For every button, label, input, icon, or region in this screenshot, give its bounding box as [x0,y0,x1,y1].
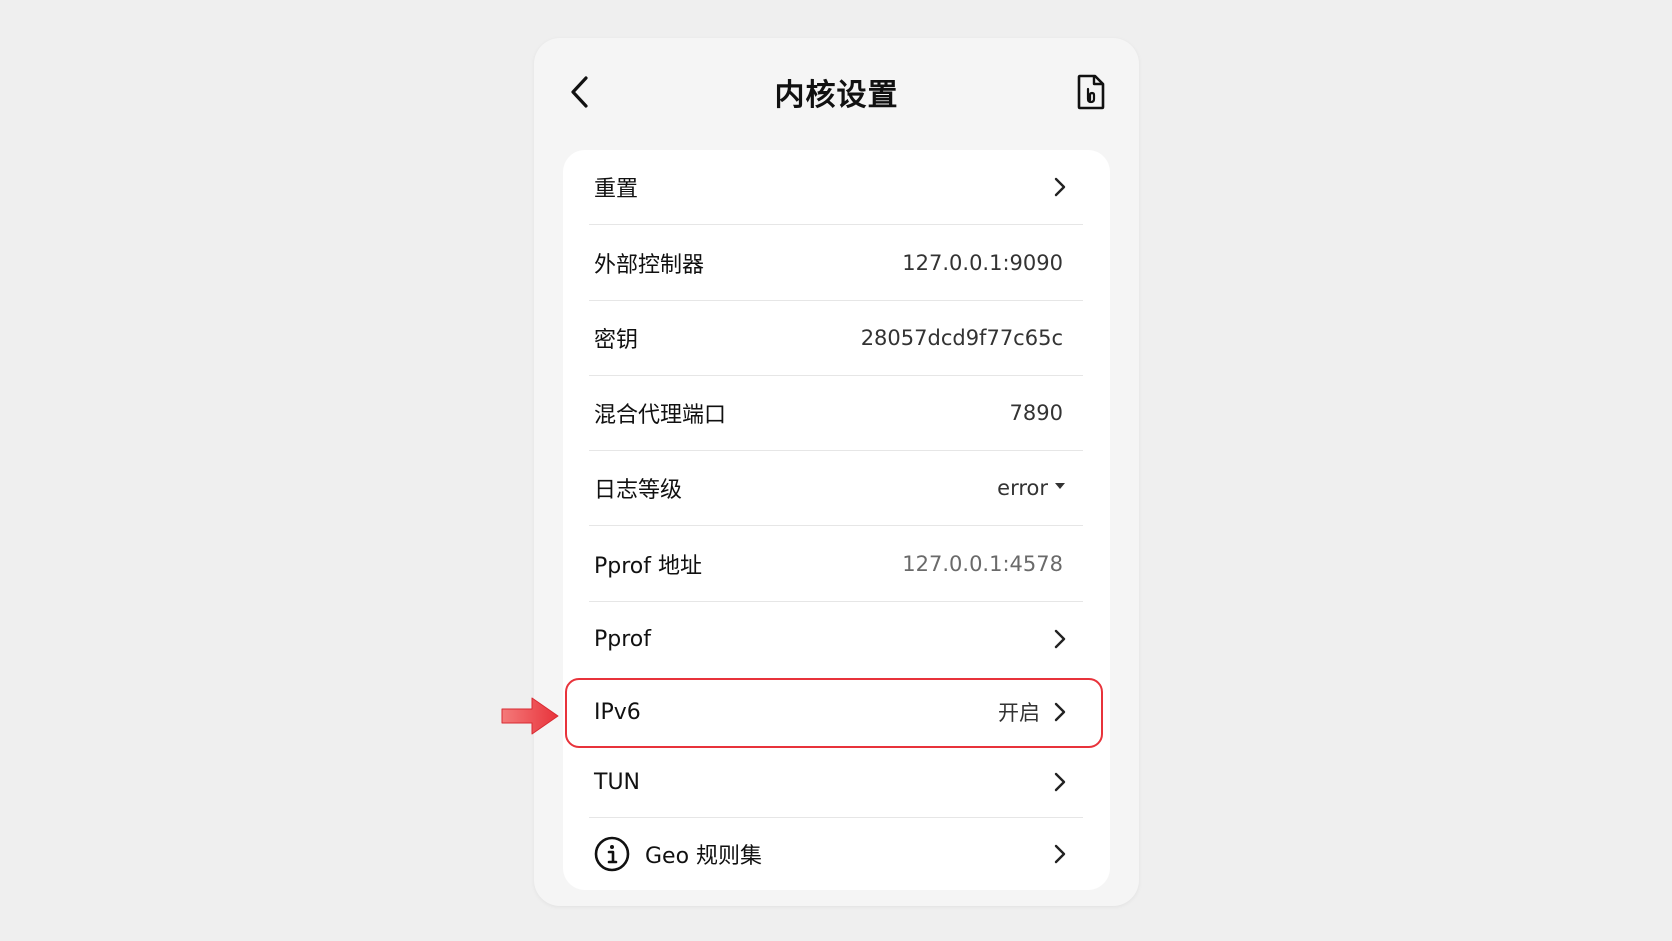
row-geo-ruleset[interactable]: Geo 规则集 [563,818,1110,890]
row-value: 开启 [998,701,1040,725]
row-value: 28057dcd9f77c65c [860,326,1063,350]
chevron-right-icon [1052,176,1068,198]
row-value: 127.0.0.1:9090 [902,250,1063,275]
row-secret[interactable]: 密钥 28057dcd9f77c65c [563,301,1110,375]
row-value: 7890 [1009,401,1063,425]
row-label: 外部控制器 [594,252,705,278]
page-title: 内核设置 [774,78,899,113]
row-label: IPv6 [594,699,641,725]
settings-panel: 内核设置 重置 外部控制器 127.0.0.1:9090 密钥 28057dcd… [534,38,1139,906]
row-label: 日志等级 [594,478,683,503]
row-ipv6[interactable]: IPv6 开启 [563,677,1110,747]
row-log-level[interactable]: 日志等级 error [563,451,1110,525]
row-pprof[interactable]: Pprof [563,602,1110,676]
red-arrow-icon [501,697,559,735]
chevron-right-icon [1052,701,1068,723]
header: 内核设置 [534,38,1139,150]
document-button[interactable] [1071,70,1111,114]
row-label: Pprof [594,626,651,652]
row-label: Pprof 地址 [594,553,702,579]
row-tun[interactable]: TUN [563,747,1110,817]
row-label: Geo 规则集 [645,844,763,869]
chevron-right-icon [1052,771,1068,793]
row-pprof-address[interactable]: Pprof 地址 127.0.0.1:4578 [563,526,1110,601]
chevron-right-icon [1052,628,1068,650]
row-label: 混合代理端口 [594,403,727,428]
row-label: 重置 [594,177,639,202]
row-label: 密钥 [594,328,639,353]
row-value: error [997,476,1048,500]
row-value: 127.0.0.1:4578 [902,551,1063,576]
row-reset[interactable]: 重置 [563,150,1110,224]
chevron-right-icon [1052,843,1068,865]
log-level-select[interactable]: error [997,476,1065,500]
settings-card: 重置 外部控制器 127.0.0.1:9090 密钥 28057dcd9f77c… [563,150,1110,890]
row-mixed-port[interactable]: 混合代理端口 7890 [563,376,1110,450]
dropdown-caret-icon [1055,483,1065,489]
document-icon [1077,74,1105,110]
row-label: TUN [594,769,640,795]
row-external-controller[interactable]: 外部控制器 127.0.0.1:9090 [563,225,1110,300]
info-icon [594,836,630,872]
